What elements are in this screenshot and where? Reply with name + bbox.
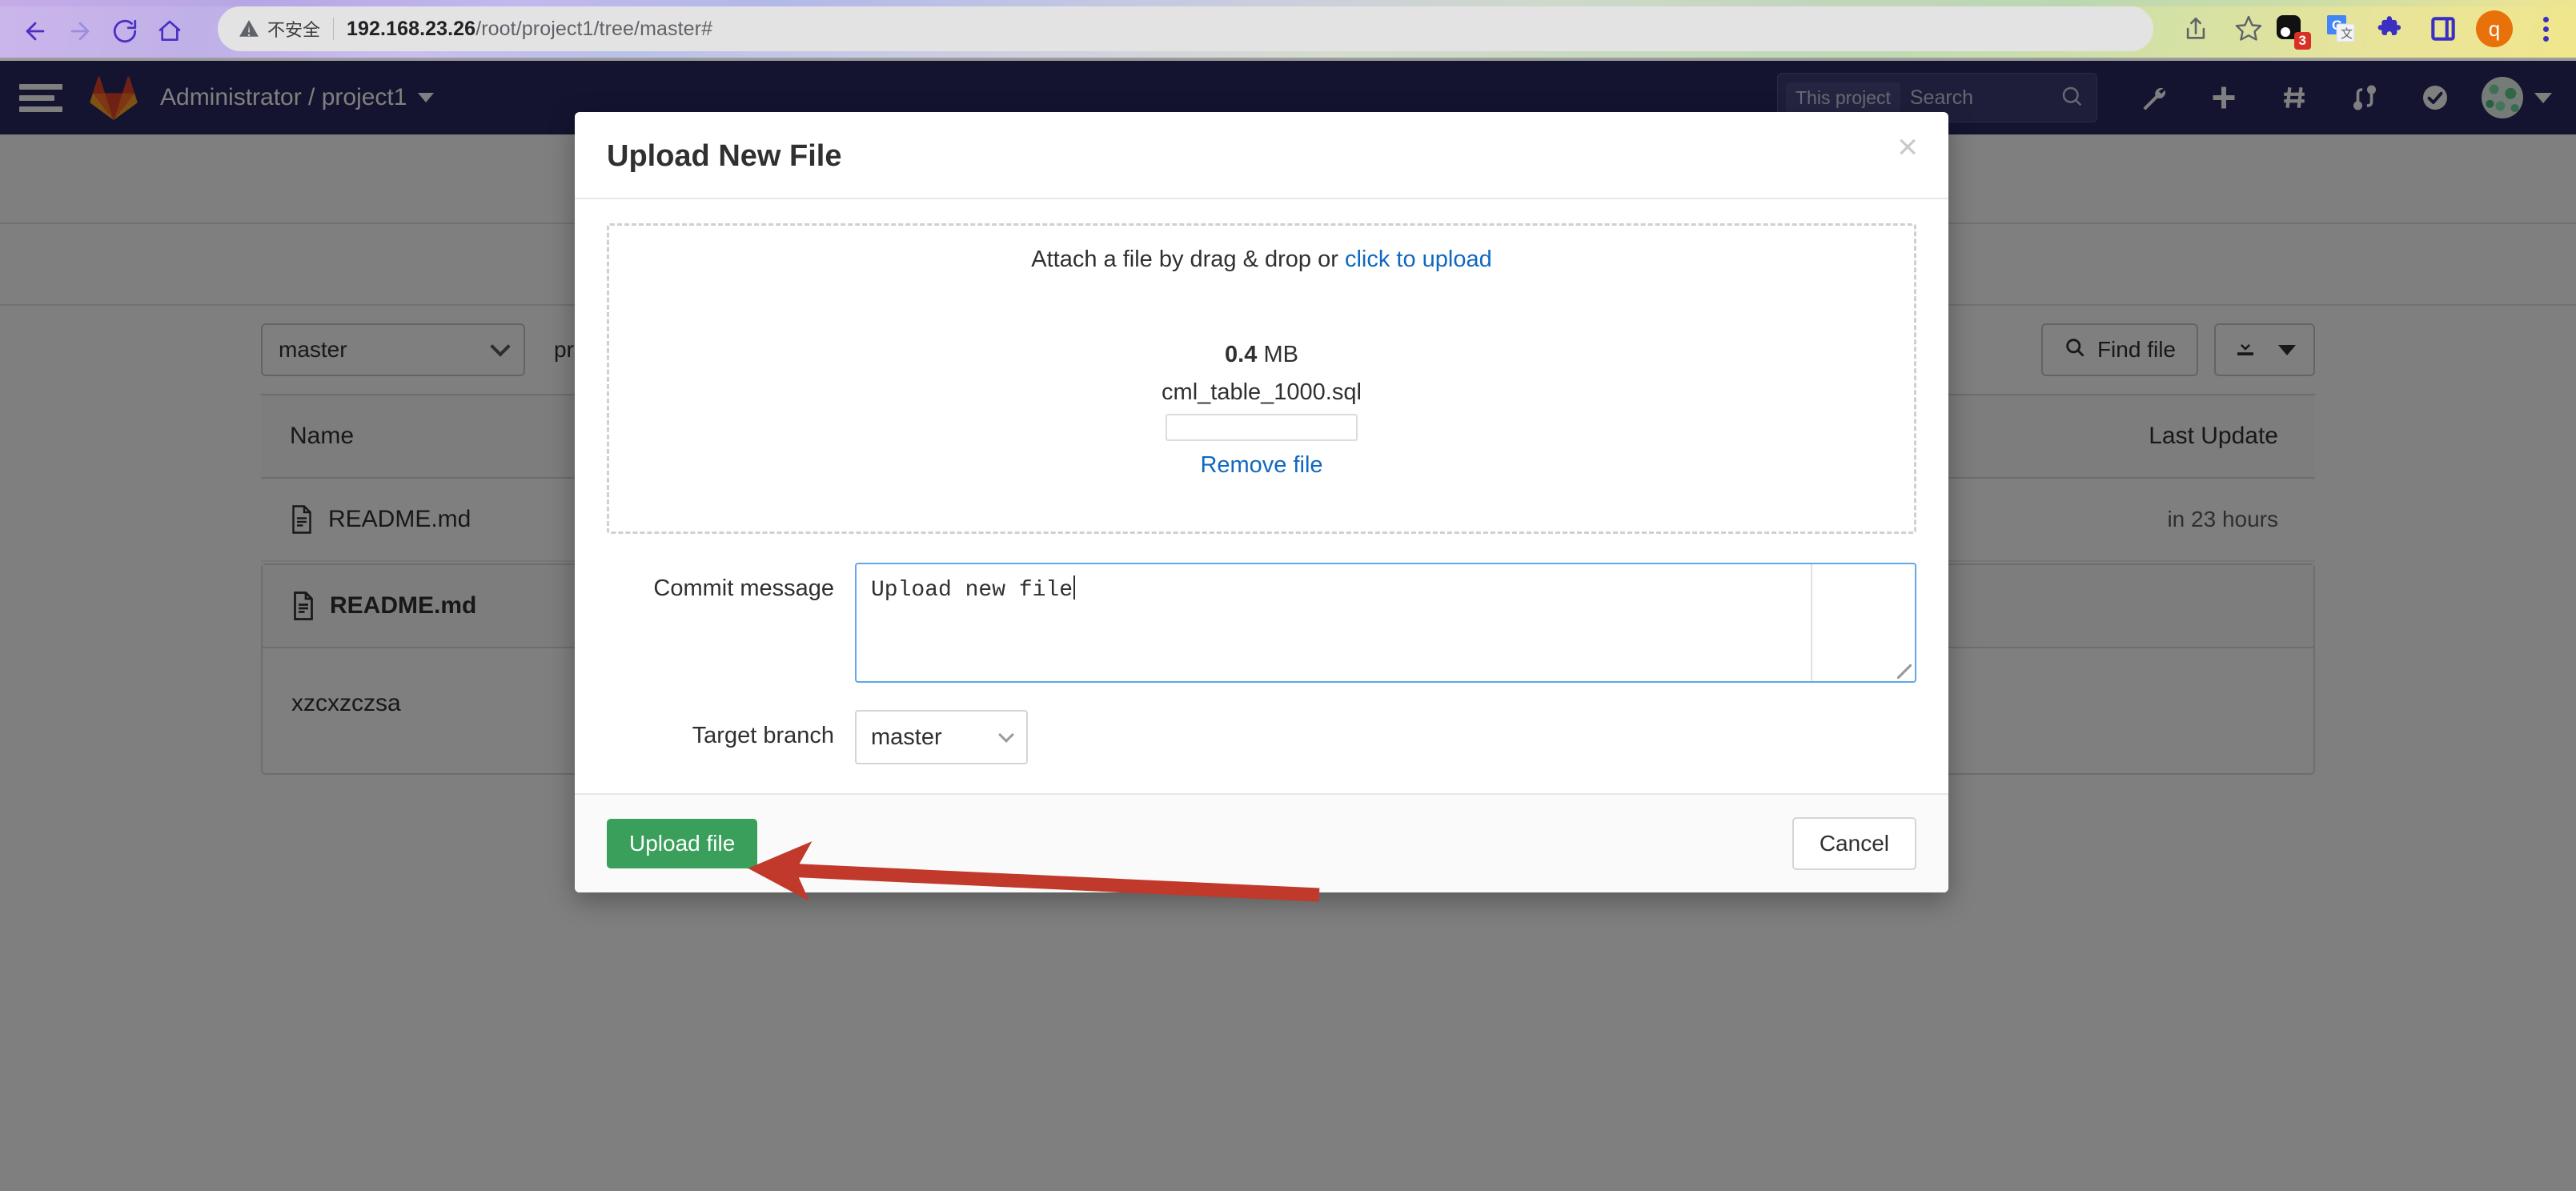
url-text[interactable]: 192.168.23.26/root/project1/tree/master# bbox=[347, 18, 712, 41]
cancel-button[interactable]: Cancel bbox=[1792, 817, 1916, 870]
extensions-toolbar: 3 G文 q bbox=[2267, 6, 2568, 51]
screen-root: 不安全 192.168.23.26/root/project1/tree/mas… bbox=[0, 0, 2576, 1191]
target-branch-row: Target branch master bbox=[607, 710, 1916, 764]
commit-message-text-wrap: Upload new file bbox=[857, 564, 1811, 681]
home-icon[interactable] bbox=[147, 14, 192, 48]
close-icon[interactable]: × bbox=[1897, 130, 1918, 165]
textarea-gutter bbox=[1811, 564, 1915, 681]
address-bar[interactable]: 不安全 192.168.23.26/root/project1/tree/mas… bbox=[218, 6, 2153, 51]
dropzone-prompt-text: Attach a file by drag & drop or bbox=[1031, 247, 1345, 272]
target-branch-label: Target branch bbox=[692, 723, 834, 748]
google-translate-icon[interactable]: G文 bbox=[2318, 6, 2363, 51]
text-caret bbox=[1073, 575, 1076, 600]
omnibox-separator bbox=[333, 18, 335, 40]
chevron-down-icon bbox=[998, 727, 1014, 743]
upload-file-button[interactable]: Upload file bbox=[607, 819, 758, 868]
target-branch-value: master bbox=[871, 724, 942, 750]
commit-message-row: Commit message Upload new file bbox=[607, 563, 1916, 683]
puzzle-extensions-icon[interactable] bbox=[2369, 6, 2414, 51]
modal-body: Attach a file by drag & drop or click to… bbox=[575, 199, 1948, 764]
file-size-value: 0.4 bbox=[1225, 342, 1258, 367]
url-path: /root/project1/tree/master# bbox=[475, 17, 713, 40]
dropzone-prompt: Attach a file by drag & drop or click to… bbox=[625, 247, 1898, 273]
svg-text:文: 文 bbox=[2341, 27, 2353, 41]
browser-nav-buttons bbox=[13, 14, 192, 48]
file-size: 0.4 MB bbox=[625, 342, 1898, 368]
click-to-upload-link[interactable]: click to upload bbox=[1345, 247, 1492, 272]
share-icon[interactable] bbox=[2169, 6, 2222, 51]
upload-progress-bar bbox=[1166, 414, 1358, 441]
remove-file-link[interactable]: Remove file bbox=[1200, 452, 1322, 479]
modal-title: Upload New File bbox=[607, 139, 842, 173]
resize-handle[interactable] bbox=[1897, 664, 1912, 679]
file-name: cml_table_1000.sql bbox=[1162, 379, 1362, 405]
security-warning[interactable]: 不安全 bbox=[239, 16, 320, 42]
warning-triangle-icon bbox=[239, 20, 259, 37]
extension-badge-count: 3 bbox=[2293, 32, 2311, 50]
file-dropzone[interactable]: Attach a file by drag & drop or click to… bbox=[607, 223, 1916, 534]
commit-message-value: Upload new file bbox=[871, 578, 1073, 603]
kebab-menu-icon[interactable] bbox=[2523, 6, 2568, 51]
browser-chrome: 不安全 192.168.23.26/root/project1/tree/mas… bbox=[0, 0, 2576, 61]
omnibox-actions bbox=[2169, 6, 2275, 51]
commit-message-label: Commit message bbox=[653, 575, 834, 601]
profile-avatar[interactable]: q bbox=[2472, 6, 2517, 51]
reload-arrow-icon[interactable] bbox=[102, 14, 147, 48]
back-arrow-icon[interactable] bbox=[13, 14, 58, 48]
file-size-unit: MB bbox=[1263, 342, 1298, 367]
commit-message-input[interactable]: Upload new file bbox=[855, 563, 1916, 683]
profile-initial: q bbox=[2476, 10, 2513, 47]
forward-arrow-icon[interactable] bbox=[58, 14, 102, 48]
target-branch-select[interactable]: master bbox=[855, 710, 1028, 764]
notes-extension-icon[interactable]: 3 bbox=[2267, 6, 2312, 51]
security-label: 不安全 bbox=[267, 20, 321, 40]
upload-new-file-modal: Upload New File × Attach a file by drag … bbox=[575, 112, 1948, 892]
modal-header: Upload New File × bbox=[575, 112, 1948, 199]
browser-tabstrip bbox=[0, 0, 2576, 6]
sidepanel-icon[interactable] bbox=[2421, 6, 2466, 51]
modal-footer: Upload file Cancel bbox=[575, 793, 1948, 892]
url-host: 192.168.23.26 bbox=[347, 17, 476, 40]
